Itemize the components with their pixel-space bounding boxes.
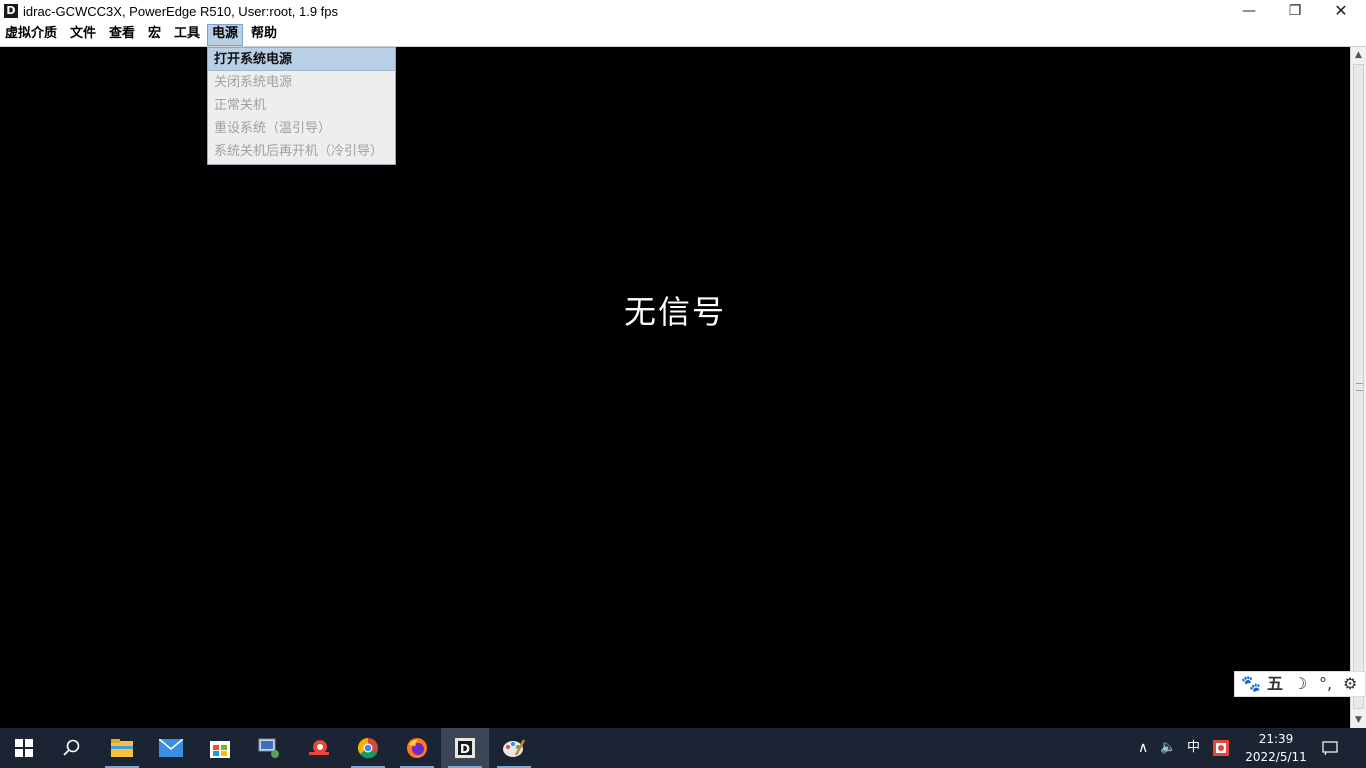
scrollbar-thumb[interactable] (1353, 64, 1364, 709)
menu-macro[interactable]: 宏 (144, 24, 165, 46)
close-button[interactable]: ✕ (1318, 0, 1364, 24)
ime-toolbar: 🐾 五 ☽ °, ⚙ (1234, 671, 1366, 697)
power-on-system-item[interactable]: 打开系统电源 (208, 48, 395, 71)
power-cycle-cold-boot-item[interactable]: 系统关机后再开机（冷引导） (208, 140, 395, 163)
store-icon[interactable] (206, 734, 234, 762)
ime-mode-indicator[interactable]: 中 (1187, 728, 1200, 768)
taskbar: D ∧ 🔈 中 21:39 2022/5/11 (0, 728, 1366, 768)
file-explorer-icon[interactable] (108, 734, 136, 762)
volume-icon[interactable]: 🔈 (1160, 728, 1176, 768)
moon-icon[interactable]: ☽ (1293, 674, 1307, 694)
scrollbar-grip-icon (1356, 383, 1363, 391)
chrome-icon[interactable] (354, 734, 382, 762)
paint-icon[interactable] (500, 734, 528, 762)
firefox-icon[interactable] (403, 734, 431, 762)
menu-view[interactable]: 查看 (105, 24, 139, 46)
mail-icon[interactable] (157, 734, 185, 762)
reset-system-warm-boot-item[interactable]: 重设系统（温引导） (208, 117, 395, 140)
network-tool-icon[interactable] (255, 734, 283, 762)
search-icon[interactable] (58, 734, 86, 762)
show-hidden-icons-chevron-icon[interactable]: ∧ (1138, 728, 1148, 768)
menu-bar: 虚拟介质 文件 查看 宏 工具 电源 帮助 (0, 24, 1366, 47)
punctuation-icon[interactable]: °, (1319, 674, 1332, 694)
idrac-viewer-icon[interactable]: D (451, 734, 479, 762)
snail-icon[interactable] (305, 734, 333, 762)
menu-tools[interactable]: 工具 (170, 24, 204, 46)
ime-app-icon[interactable] (1213, 728, 1229, 768)
clock-date: 2022/5/11 (1245, 750, 1307, 764)
no-signal-message: 无信号 (623, 293, 726, 331)
power-off-system-item[interactable]: 关闭系统电源 (208, 71, 395, 94)
window-title: idrac-GCWCC3X, PowerEdge R510, User:root… (23, 4, 339, 19)
start-icon[interactable] (10, 734, 38, 762)
wubi-icon[interactable]: 五 (1267, 674, 1283, 694)
minimize-button[interactable]: — (1226, 0, 1272, 24)
scroll-down-arrow-icon[interactable]: ▼ (1351, 712, 1366, 728)
notification-icon[interactable] (1322, 728, 1338, 768)
graceful-shutdown-item[interactable]: 正常关机 (208, 94, 395, 117)
title-bar: D idrac-GCWCC3X, PowerEdge R510, User:ro… (0, 0, 1366, 24)
scroll-up-arrow-icon[interactable]: ▲ (1351, 47, 1366, 63)
menu-virtual-media[interactable]: 虚拟介质 (1, 24, 61, 46)
clock-time: 21:39 (1258, 732, 1294, 746)
app-icon: D (4, 4, 18, 18)
menu-help[interactable]: 帮助 (247, 24, 281, 46)
gear-icon[interactable]: ⚙ (1343, 674, 1357, 694)
menu-file[interactable]: 文件 (66, 24, 100, 46)
remote-console[interactable]: 无信号 (0, 47, 1350, 728)
vertical-scrollbar[interactable]: ▲ ▼ (1350, 47, 1366, 728)
svg-text:D: D (460, 742, 470, 756)
paw-icon[interactable]: 🐾 (1241, 674, 1261, 694)
taskbar-clock[interactable]: 21:39 2022/5/11 (1240, 730, 1312, 766)
menu-power[interactable]: 电源 (207, 24, 244, 46)
power-menu-dropdown: 打开系统电源 关闭系统电源 正常关机 重设系统（温引导） 系统关机后再开机（冷引… (207, 47, 396, 165)
restore-button[interactable]: ❐ (1272, 0, 1318, 24)
